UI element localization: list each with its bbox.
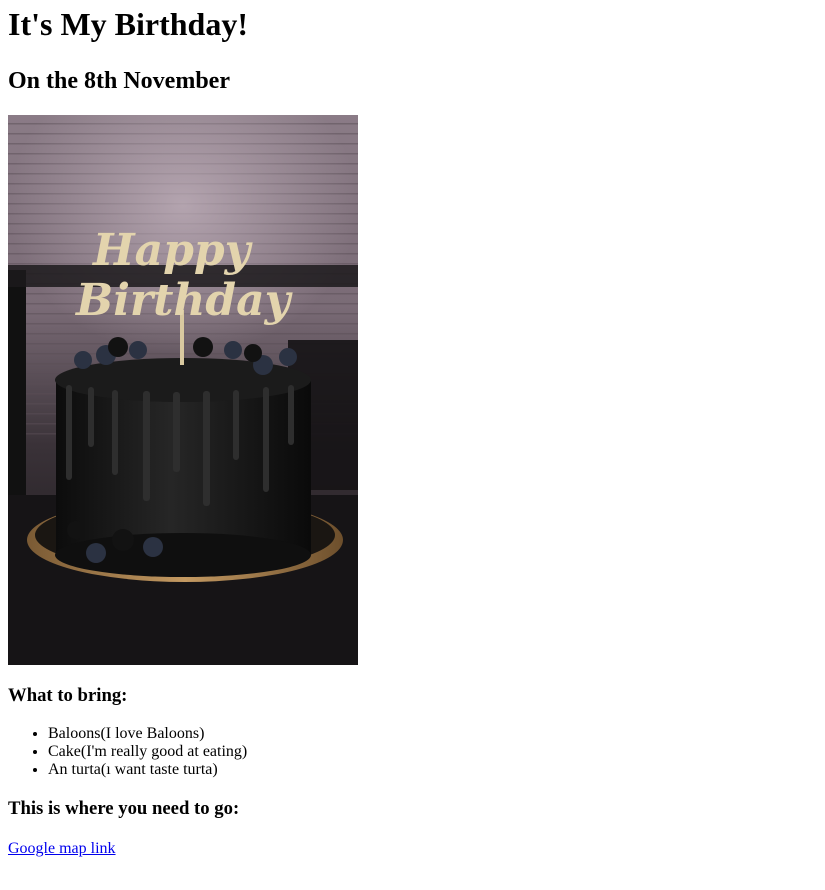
- bring-item: Cake(I'm really good at eating): [48, 743, 817, 761]
- google-map-link[interactable]: Google map link: [8, 840, 116, 857]
- topper-text-birthday: Birthday: [74, 275, 294, 326]
- page: It's My Birthday! On the 8th November Ha…: [0, 5, 825, 859]
- birthday-cake-image: Happy Birthday: [8, 115, 358, 665]
- location-paragraph: Google map link: [8, 839, 817, 859]
- location-heading: This is where you need to go:: [8, 798, 240, 819]
- page-subtitle: On the 8th November: [8, 68, 230, 94]
- topper-text-happy: Happy: [91, 225, 254, 276]
- bring-list: Baloons(I love Baloons) Cake(I'm really …: [8, 725, 817, 779]
- bring-item: An turta(ı want taste turta): [48, 761, 817, 779]
- bring-heading: What to bring:: [8, 685, 128, 706]
- page-title: It's My Birthday!: [8, 6, 248, 42]
- bring-item: Baloons(I love Baloons): [48, 725, 817, 743]
